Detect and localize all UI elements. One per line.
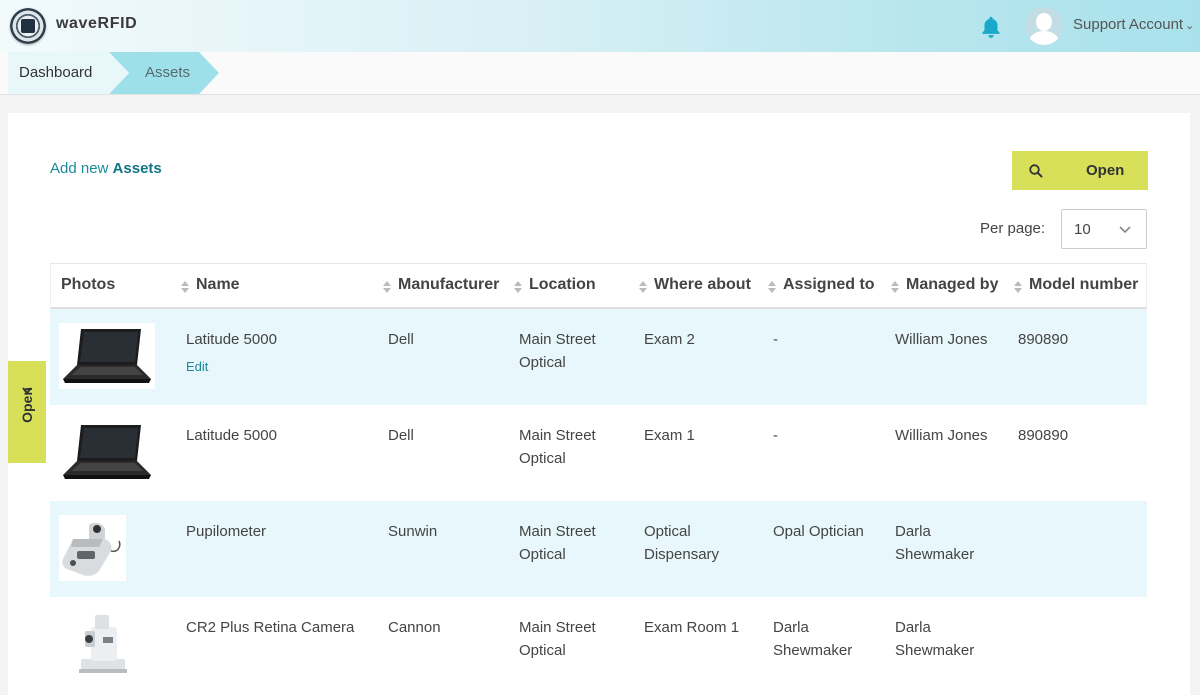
asset-manufacturer: Dell xyxy=(388,427,414,444)
sort-icon[interactable] xyxy=(181,281,189,293)
asset-where-about: Exam Room 1 xyxy=(644,619,740,636)
table-header: Photos Name Manufacturer Location Where … xyxy=(50,263,1147,309)
sort-icon[interactable] xyxy=(1014,281,1022,293)
column-header-name[interactable]: Name xyxy=(196,276,240,294)
table-row[interactable]: Pupilometer Sunwin Main Street Optical O… xyxy=(50,501,1147,597)
asset-location: Main Street Optical xyxy=(519,427,596,467)
asset-assigned-to: Opal Optician xyxy=(773,523,864,540)
breadcrumb-dashboard[interactable]: Dashboard xyxy=(8,52,128,94)
column-header-manufacturer[interactable]: Manufacturer xyxy=(398,276,499,294)
app-logo[interactable] xyxy=(10,8,46,44)
asset-managed-by: William Jones xyxy=(895,331,988,348)
column-header-photos[interactable]: Photos xyxy=(61,276,115,294)
per-page-label: Per page: xyxy=(980,220,1046,237)
breadcrumb: Assets Dashboard xyxy=(0,52,1200,95)
asset-name: Latitude 5000 xyxy=(186,427,277,444)
asset-where-about: Exam 2 xyxy=(644,331,695,348)
app-name: waveRFID xyxy=(56,15,138,32)
sort-icon[interactable] xyxy=(891,281,899,293)
asset-assigned-to: - xyxy=(773,331,778,348)
search-icon xyxy=(1029,164,1043,178)
asset-assigned-to: Darla Shewmaker xyxy=(773,619,853,659)
asset-name: CR2 Plus Retina Camera xyxy=(186,619,355,636)
sort-icon[interactable] xyxy=(383,281,391,293)
per-page-value: 10 xyxy=(1074,221,1091,238)
per-page-select[interactable]: 10 xyxy=(1061,209,1147,249)
asset-photo-retina-camera xyxy=(59,611,139,677)
side-open-tab[interactable]: Open xyxy=(8,361,46,463)
column-header-location[interactable]: Location xyxy=(529,276,596,294)
top-bar: waveRFID Support Account ⌄ xyxy=(0,0,1200,52)
asset-model-number: 890890 xyxy=(1018,331,1069,348)
account-label: Support Account xyxy=(1073,16,1184,33)
asset-managed-by: William Jones xyxy=(895,427,988,444)
asset-manufacturer: Cannon xyxy=(388,619,441,636)
column-header-managed-by[interactable]: Managed by xyxy=(906,276,998,294)
side-tab-label: Open xyxy=(19,387,35,423)
asset-managed-by: Darla Shewmaker xyxy=(895,619,975,659)
sort-icon[interactable] xyxy=(514,281,522,293)
sort-icon[interactable] xyxy=(768,281,776,293)
chevron-down-icon: ⌄ xyxy=(1185,20,1195,32)
asset-location: Main Street Optical xyxy=(519,331,596,371)
column-header-assigned-to[interactable]: Assigned to xyxy=(783,276,875,294)
asset-manufacturer: Dell xyxy=(388,331,414,348)
asset-photo-laptop xyxy=(59,323,155,389)
asset-photo-laptop xyxy=(59,419,155,485)
table-row[interactable]: Latitude 5000 Edit Dell Main Street Opti… xyxy=(50,309,1147,405)
asset-managed-by: Darla Shewmaker xyxy=(895,523,975,563)
add-new-assets-link[interactable]: Add new Assets xyxy=(50,160,162,177)
asset-assigned-to: - xyxy=(773,427,778,444)
bell-icon[interactable] xyxy=(978,14,1004,40)
column-header-model-number[interactable]: Model number xyxy=(1029,276,1138,294)
add-new-prefix: Add new xyxy=(50,160,109,177)
asset-location: Main Street Optical xyxy=(519,619,596,659)
asset-photo-pupilometer xyxy=(59,515,126,581)
asset-name: Pupilometer xyxy=(186,523,267,540)
column-header-where-about[interactable]: Where about xyxy=(654,276,751,294)
asset-name: Latitude 5000 xyxy=(186,331,277,348)
edit-link[interactable]: Edit xyxy=(186,359,208,374)
table-row[interactable]: Latitude 5000 Dell Main Street Optical E… xyxy=(50,405,1147,501)
table-row[interactable]: CR2 Plus Retina Camera Cannon Main Stree… xyxy=(50,597,1147,693)
chevron-down-icon xyxy=(1119,226,1131,234)
open-search-button[interactable]: Open xyxy=(1012,151,1148,190)
add-new-target: Assets xyxy=(112,160,162,177)
asset-manufacturer: Sunwin xyxy=(388,523,438,540)
asset-where-about: Exam 1 xyxy=(644,427,695,444)
account-menu[interactable]: Support Account ⌄ xyxy=(1073,16,1194,33)
sort-icon[interactable] xyxy=(639,281,647,293)
open-button-label: Open xyxy=(1086,162,1125,179)
avatar[interactable] xyxy=(1025,7,1063,45)
asset-where-about: Optical Dispensary xyxy=(644,523,720,563)
asset-location: Main Street Optical xyxy=(519,523,596,563)
asset-model-number: 890890 xyxy=(1018,427,1069,444)
